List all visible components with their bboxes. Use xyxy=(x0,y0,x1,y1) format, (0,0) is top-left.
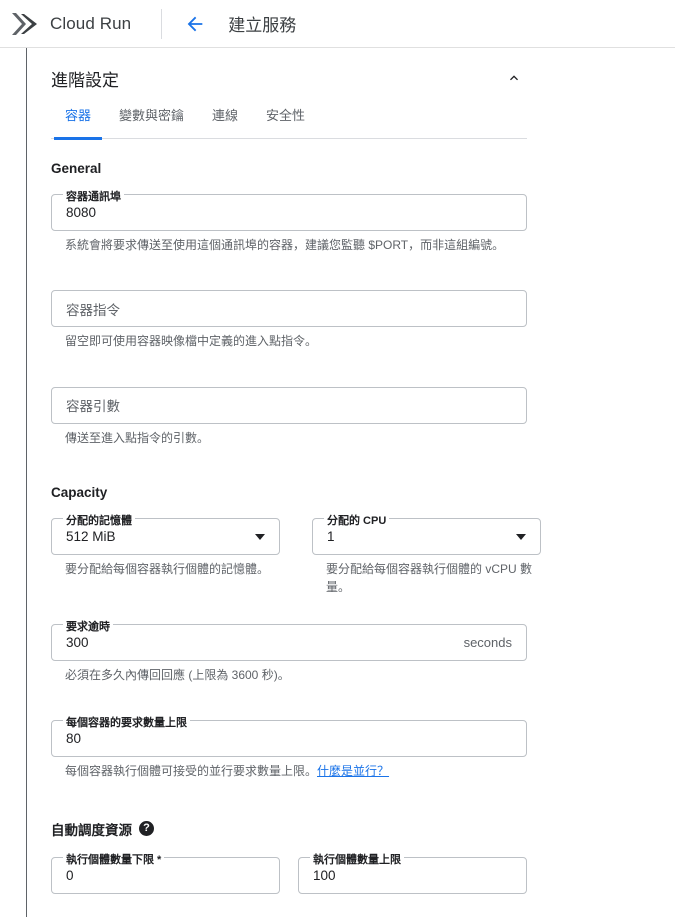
container-args-field-block: 容器引數 傳送至進入點指令的引數。 xyxy=(51,386,651,447)
chevron-down-icon xyxy=(516,533,526,540)
max-instances-input[interactable]: 執行個體數量上限 100 xyxy=(298,850,527,894)
chevron-up-icon xyxy=(510,75,518,81)
tab-connections[interactable]: 連線 xyxy=(198,105,252,139)
container-port-value: 8080 xyxy=(66,205,97,220)
request-timeout-input[interactable]: 要求逾時 300 seconds xyxy=(51,617,527,661)
memory-label: 分配的記憶體 xyxy=(63,512,135,529)
max-requests-label: 每個容器的要求數量上限 xyxy=(63,714,190,731)
max-instances-field-block: 執行個體數量上限 100 xyxy=(298,850,527,894)
capacity-section-title: Capacity xyxy=(51,485,651,500)
help-circle-icon[interactable]: ? xyxy=(139,821,154,837)
autoscaling-section-label: 自動調度資源 xyxy=(51,822,132,838)
product-name: Cloud Run xyxy=(50,13,132,33)
cpu-field-block: 分配的 CPU 1 要分配給每個容器執行個體的 vCPU 數量。 xyxy=(312,512,555,596)
tab-label: 容器 xyxy=(65,108,92,123)
request-timeout-value: 300 xyxy=(66,634,89,650)
chevron-down-icon xyxy=(255,533,265,540)
content-area: 進階設定 容器 變數與密鑰 連線 安全性 General 容器通訊埠 8080 … xyxy=(0,48,675,917)
memory-hint: 要分配給每個容器執行個體的記憶體。 xyxy=(65,562,270,577)
cpu-value: 1 xyxy=(327,529,335,545)
general-section-title: General xyxy=(51,161,651,176)
container-command-input[interactable]: 容器指令 xyxy=(51,290,527,328)
app-bar: Cloud Run 建立服務 xyxy=(0,0,675,48)
memory-value: 512 MiB xyxy=(66,529,116,545)
tab-variables-secrets[interactable]: 變數與密鑰 xyxy=(105,105,198,139)
autoscaling-row: 執行個體數量下限 * 0 執行個體數量上限 100 xyxy=(51,850,651,894)
cloud-run-logo-icon xyxy=(12,12,37,35)
container-command-placeholder: 容器指令 xyxy=(66,302,120,318)
concurrency-help-link[interactable]: 什麼是並行？ xyxy=(317,764,389,778)
cpu-select[interactable]: 分配的 CPU 1 xyxy=(312,512,541,556)
request-timeout-label: 要求逾時 xyxy=(63,617,113,634)
container-settings-form: General 容器通訊埠 8080 系統會將要求傳送至使用這個通訊埠的容器，建… xyxy=(51,139,651,917)
stepper-rail xyxy=(26,48,27,917)
container-port-hint: 系統會將要求傳送至使用這個通訊埠的容器，建議您監聽 $PORT，而非這組編號。 xyxy=(65,238,505,252)
min-instances-input[interactable]: 執行個體數量下限 * 0 xyxy=(51,850,280,894)
cpu-hint: 要分配給每個容器執行個體的 vCPU 數量。 xyxy=(326,562,533,594)
advanced-settings-header: 進階設定 xyxy=(51,48,527,105)
max-instances-label: 執行個體數量上限 xyxy=(310,850,404,867)
container-port-input[interactable]: 容器通訊埠 8080 xyxy=(51,188,527,231)
container-args-placeholder: 容器引數 xyxy=(66,399,120,415)
memory-select[interactable]: 分配的記憶體 512 MiB xyxy=(51,512,280,556)
max-requests-input[interactable]: 每個容器的要求數量上限 80 xyxy=(51,714,527,758)
back-button[interactable] xyxy=(182,11,208,37)
container-command-hint: 留空即可使用容器映像檔中定義的進入點指令。 xyxy=(65,334,318,349)
min-instances-value: 0 xyxy=(66,867,74,883)
max-requests-hint-text: 每個容器執行個體可接受的並行要求數量上限。 xyxy=(65,764,318,779)
container-port-field-block: 容器通訊埠 8080 系統會將要求傳送至使用這個通訊埠的容器，建議您監聽 $PO… xyxy=(51,188,651,254)
advanced-settings-title: 進階設定 xyxy=(51,70,119,90)
capacity-row: 分配的記憶體 512 MiB 要分配給每個容器執行個體的記憶體。 分配的 CPU… xyxy=(51,512,651,596)
max-requests-hint: 每個容器執行個體可接受的並行要求數量上限。什麼是並行？ xyxy=(65,763,651,780)
settings-tabs: 容器 變數與密鑰 連線 安全性 xyxy=(51,105,527,140)
general-section-label: General xyxy=(51,161,102,176)
tab-container[interactable]: 容器 xyxy=(51,105,105,140)
advanced-settings-panel: 進階設定 容器 變數與密鑰 連線 安全性 General 容器通訊埠 8080 … xyxy=(51,48,651,917)
min-instances-field-block: 執行個體數量下限 * 0 xyxy=(51,850,280,894)
min-instances-label: 執行個體數量下限 * xyxy=(63,850,165,867)
container-port-label: 容器通訊埠 xyxy=(63,188,124,204)
collapse-toggle-button[interactable] xyxy=(501,65,527,91)
request-timeout-suffix: seconds xyxy=(463,634,512,650)
request-timeout-hint: 必須在多久內傳回回應 (上限為 3600 秒)。 xyxy=(65,667,290,682)
container-args-input[interactable]: 容器引數 xyxy=(51,386,527,424)
app-bar-divider xyxy=(161,8,163,39)
arrow-left-icon xyxy=(187,16,203,31)
cpu-label: 分配的 CPU xyxy=(324,512,390,529)
container-command-field-block: 容器指令 留空即可使用容器映像檔中定義的進入點指令。 xyxy=(51,290,651,350)
page-title: 建立服務 xyxy=(228,16,297,35)
autoscaling-section-title: 自動調度資源 ? xyxy=(51,819,651,839)
max-requests-value: 80 xyxy=(66,731,82,747)
capacity-section-label: Capacity xyxy=(51,485,108,501)
tab-label: 安全性 xyxy=(266,108,306,123)
container-args-hint: 傳送至進入點指令的引數。 xyxy=(65,430,210,445)
request-timeout-field-block: 要求逾時 300 seconds 必須在多久內傳回回應 (上限為 3600 秒)… xyxy=(51,617,651,684)
max-instances-value: 100 xyxy=(313,867,336,883)
memory-field-block: 分配的記憶體 512 MiB 要分配給每個容器執行個體的記憶體。 xyxy=(51,512,294,596)
max-requests-field-block: 每個容器的要求數量上限 80 每個容器執行個體可接受的並行要求數量上限。什麼是並… xyxy=(51,714,651,780)
tab-security[interactable]: 安全性 xyxy=(252,105,319,139)
tab-label: 連線 xyxy=(212,108,239,123)
tab-label: 變數與密鑰 xyxy=(119,108,185,123)
